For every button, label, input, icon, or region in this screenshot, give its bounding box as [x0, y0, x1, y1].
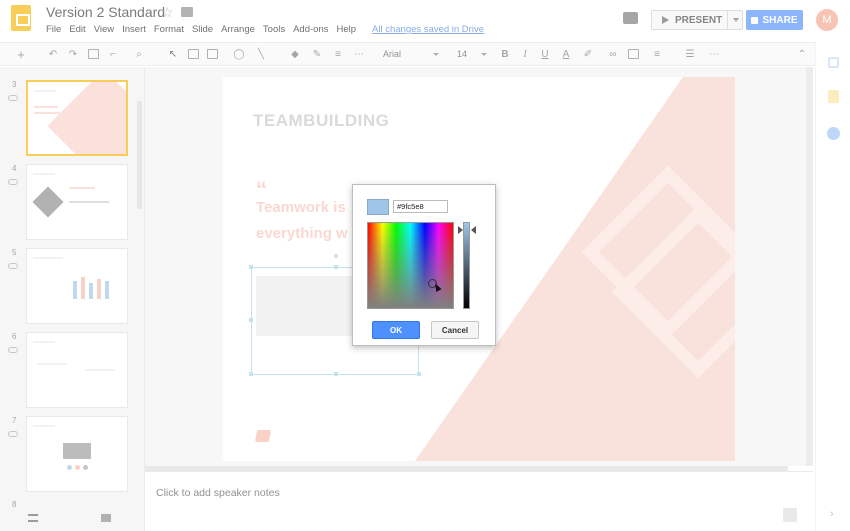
mouse-pointer-icon	[432, 282, 442, 292]
brightness-slider[interactable]	[463, 222, 470, 309]
hex-color-input[interactable]	[393, 200, 448, 213]
ok-button[interactable]: OK	[372, 321, 420, 339]
cancel-button[interactable]: Cancel	[431, 321, 479, 339]
slider-handle-right-icon[interactable]	[471, 226, 476, 234]
color-swatch	[367, 199, 389, 215]
color-picker-dialog: OK Cancel	[352, 184, 496, 346]
color-spectrum[interactable]	[367, 222, 454, 309]
